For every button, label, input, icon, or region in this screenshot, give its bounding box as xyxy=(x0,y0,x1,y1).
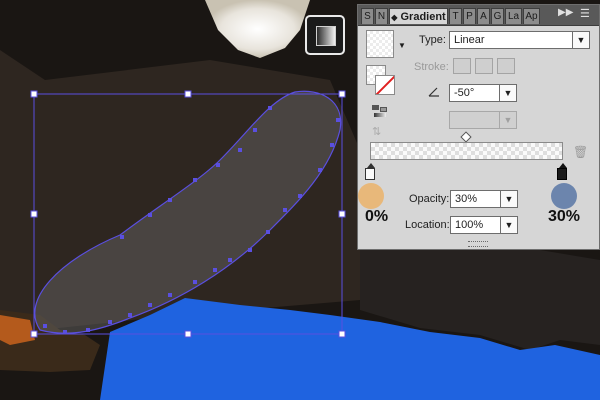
right-stop-percent: 30% xyxy=(548,208,581,225)
left-stop-percent: 0% xyxy=(365,208,389,225)
stroke-across-icon xyxy=(497,58,515,74)
anchor-point[interactable] xyxy=(228,258,232,262)
stroke-label: Stroke: xyxy=(414,61,449,73)
anchor-point[interactable] xyxy=(216,163,220,167)
anchor-point[interactable] xyxy=(266,230,270,234)
tab-gradient[interactable]: ◆ Gradient xyxy=(389,8,448,24)
anchor-point[interactable] xyxy=(238,148,242,152)
reverse-gradient-icon[interactable] xyxy=(372,105,388,119)
anchor-point[interactable] xyxy=(63,330,67,334)
left-stop-color-indicator xyxy=(358,183,384,209)
anchor-point[interactable] xyxy=(268,106,272,110)
panel-menu-icon[interactable]: ☰ xyxy=(580,7,590,20)
anchor-point[interactable] xyxy=(248,248,252,252)
anchor-point[interactable] xyxy=(168,198,172,202)
tab-navigator[interactable]: N xyxy=(375,8,388,24)
chevron-down-icon: ▼ xyxy=(572,32,589,48)
anchor-point[interactable] xyxy=(43,324,47,328)
tab-transparency[interactable]: T xyxy=(449,8,462,24)
gradient-swatch-icon xyxy=(316,26,336,46)
tab-appearance[interactable]: Ap xyxy=(523,8,540,24)
location-field[interactable]: 100% ▼ xyxy=(450,216,518,234)
panel-resize-grip[interactable] xyxy=(468,241,488,247)
stroke-swatch[interactable] xyxy=(375,75,395,95)
type-value: Linear xyxy=(454,34,485,46)
chevron-down-icon[interactable]: ▼ xyxy=(398,41,406,50)
gradient-preview-swatch[interactable] xyxy=(366,30,394,58)
anchor-point[interactable] xyxy=(148,303,152,307)
stroke-along-icon xyxy=(475,58,493,74)
anchor-point[interactable] xyxy=(213,268,217,272)
aspect-ratio-field: ▼ xyxy=(449,111,517,129)
anchor-point[interactable] xyxy=(193,178,197,182)
anchor-point[interactable] xyxy=(193,280,197,284)
stroke-within-icon xyxy=(453,58,471,74)
tab-collapse-icon: ◆ xyxy=(391,13,398,22)
anchor-point[interactable] xyxy=(108,320,112,324)
chevron-down-icon: ▼ xyxy=(500,217,517,233)
anchor-point[interactable] xyxy=(148,213,152,217)
tab-pathfinder[interactable]: P xyxy=(463,8,476,24)
opacity-value: 30% xyxy=(455,193,478,205)
tab-layers[interactable]: La xyxy=(505,8,522,24)
chevron-down-icon: ▼ xyxy=(500,191,517,207)
anchor-point[interactable] xyxy=(120,235,124,239)
chevron-down-icon: ▼ xyxy=(499,85,516,101)
double-arrow-right-icon[interactable]: ▶▶ xyxy=(558,7,573,18)
right-stop-color-indicator xyxy=(551,183,577,209)
anchor-point[interactable] xyxy=(330,143,334,147)
gradient-tool-icon[interactable] xyxy=(305,15,345,55)
aspect-ratio-icon: ⇅ xyxy=(372,126,382,138)
angle-field[interactable]: -50° ▼ xyxy=(449,84,517,102)
anchor-point[interactable] xyxy=(168,293,172,297)
no-stroke-icon xyxy=(376,76,394,94)
anchor-point[interactable] xyxy=(86,328,90,332)
angle-icon xyxy=(428,87,440,97)
left-color-stop[interactable] xyxy=(365,163,375,181)
panel-tab-bar: S N ◆ Gradient T P A G La Ap ▶▶ ☰ xyxy=(358,5,599,26)
anchor-point[interactable] xyxy=(253,128,257,132)
anchor-point[interactable] xyxy=(318,168,322,172)
opacity-label: Opacity: xyxy=(409,193,450,205)
chevron-down-icon: ▼ xyxy=(499,112,516,128)
location-value: 100% xyxy=(455,219,484,231)
angle-value: -50° xyxy=(454,87,475,99)
midpoint-diamond[interactable] xyxy=(460,131,472,143)
anchor-point[interactable] xyxy=(336,118,340,122)
trash-icon[interactable]: 🗑 xyxy=(573,145,588,159)
location-label: Location: xyxy=(405,219,450,231)
tab-appearance-a[interactable]: A xyxy=(477,8,490,24)
right-color-stop[interactable] xyxy=(557,163,567,181)
anchor-point[interactable] xyxy=(298,194,302,198)
tab-graphic-styles[interactable]: G xyxy=(491,8,504,24)
tab-swatches[interactable]: S xyxy=(361,8,374,24)
type-label: Type: xyxy=(419,34,446,46)
gradient-panel: S N ◆ Gradient T P A G La Ap ▶▶ ☰ ▼ ⇅ Ty… xyxy=(357,4,600,250)
gradient-slider[interactable] xyxy=(370,142,563,160)
anchor-point[interactable] xyxy=(128,313,132,317)
anchor-point[interactable] xyxy=(283,208,287,212)
type-dropdown[interactable]: Linear ▼ xyxy=(449,31,590,49)
opacity-field[interactable]: 30% ▼ xyxy=(450,190,518,208)
